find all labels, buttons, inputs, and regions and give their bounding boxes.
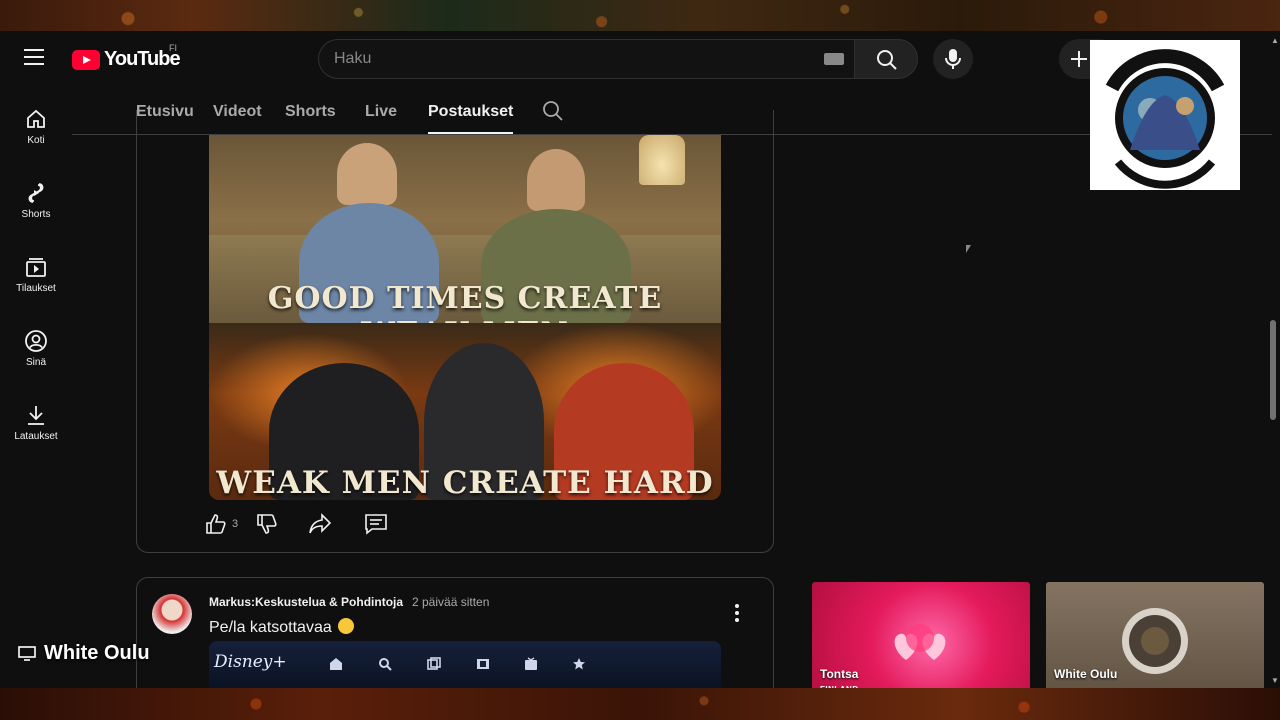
horhomedia-logo-icon	[1105, 49, 1225, 189]
sidebar-item-label: Koti	[27, 135, 45, 146]
series-icon	[525, 657, 537, 670]
post-text-content: Pe/la katsottavaa	[209, 619, 332, 636]
scroll-down-arrow-icon[interactable]: ▼	[1271, 676, 1279, 685]
sidebar-item-downloads[interactable]: Lataukset	[0, 383, 72, 457]
channel-logo	[1090, 40, 1240, 190]
search-button[interactable]	[854, 39, 918, 79]
like-button[interactable]: 3	[205, 513, 238, 535]
avatar[interactable]	[152, 594, 192, 634]
meme-top-panel: GOOD TIMES CREATE WEAK MEN	[209, 135, 721, 351]
more-options-icon[interactable]	[733, 604, 741, 622]
post-timestamp[interactable]: 2 päivää sitten	[412, 595, 489, 609]
subscriptions-icon	[26, 258, 46, 277]
sidebar-item-you[interactable]: Sinä	[0, 309, 72, 383]
person-figure	[527, 149, 585, 211]
stream-card-tontsa[interactable]: Tontsa FINLAND	[812, 582, 1030, 704]
location-text: White Oulu	[44, 642, 150, 664]
sidebar-item-shorts[interactable]: Shorts	[0, 161, 72, 235]
sidebar-item-subscriptions[interactable]: Tilaukset	[0, 235, 72, 309]
comments-button[interactable]	[364, 513, 388, 535]
home-icon	[330, 658, 342, 670]
watchlist-icon	[427, 657, 441, 670]
menu-icon[interactable]	[24, 49, 44, 69]
search-icon	[379, 658, 392, 671]
meme-bottom-panel: WEAK MEN CREATE HARD TIMES	[209, 323, 721, 500]
thumb-up-icon	[206, 514, 226, 534]
sidebar-item-label: Shorts	[21, 209, 51, 220]
shorts-icon	[28, 183, 44, 203]
monitor-icon	[18, 645, 36, 661]
movies-icon	[477, 659, 489, 669]
region-code: FI	[169, 43, 177, 53]
sidebar-item-label: Tilaukset	[16, 283, 56, 294]
plate-icon	[1122, 608, 1188, 674]
meme-caption-bottom: WEAK MEN CREATE HARD TIMES	[216, 465, 714, 500]
masthead: YouTube FI	[0, 31, 1280, 87]
share-button[interactable]	[308, 513, 332, 535]
post-image[interactable]: GOOD TIMES CREATE WEAK MEN WEAK MEN CREA…	[209, 135, 721, 500]
youtube-logo[interactable]: YouTube FI	[72, 43, 181, 71]
background-strip-top	[0, 0, 1280, 31]
search-box	[318, 39, 854, 79]
comment-icon	[365, 514, 387, 535]
search-input[interactable]	[319, 40, 799, 78]
post-actions: 3	[205, 512, 388, 536]
account-icon	[25, 330, 47, 352]
stream-location-label: White Oulu	[18, 642, 150, 665]
sidebar: Koti Shorts Tilaukset Sinä Lataukset	[0, 87, 72, 457]
voice-search-button[interactable]	[933, 39, 973, 79]
home-icon	[27, 109, 45, 128]
sidebar-item-label: Sinä	[25, 357, 46, 368]
scroll-up-arrow-icon[interactable]: ▲	[1271, 36, 1279, 45]
card-name: Tontsa	[820, 667, 859, 681]
card-name: White Oulu	[1054, 667, 1118, 681]
star-icon	[573, 658, 585, 670]
hearts-icon	[894, 624, 946, 660]
scrollbar-thumb[interactable]	[1270, 320, 1276, 420]
like-count: 3	[232, 518, 239, 530]
lamp-shape	[639, 135, 685, 185]
dislike-button[interactable]	[256, 513, 278, 535]
sidebar-item-label: Lataukset	[14, 431, 58, 442]
plus-icon	[1071, 51, 1087, 67]
microphone-icon	[945, 49, 961, 69]
share-icon	[309, 513, 332, 534]
disney-plus-logo: Disney+	[214, 652, 287, 672]
keyboard-icon[interactable]	[824, 53, 844, 65]
post-text: Pe/la katsottavaa	[209, 618, 354, 637]
thumb-down-icon	[257, 514, 277, 534]
youtube-play-icon	[72, 49, 100, 70]
post-author[interactable]: Markus:Keskustelua & Pohdintoja	[209, 595, 403, 609]
stream-card-white-oulu[interactable]: White Oulu	[1046, 582, 1264, 704]
download-icon	[28, 406, 44, 425]
search-icon	[877, 50, 897, 70]
smile-emoji-icon	[337, 618, 354, 634]
post-image[interactable]: Disney+	[209, 641, 721, 688]
sidebar-item-home[interactable]: Koti	[0, 87, 72, 161]
background-strip-bottom	[0, 688, 1280, 720]
mouse-cursor	[966, 245, 971, 253]
person-figure	[337, 143, 397, 205]
